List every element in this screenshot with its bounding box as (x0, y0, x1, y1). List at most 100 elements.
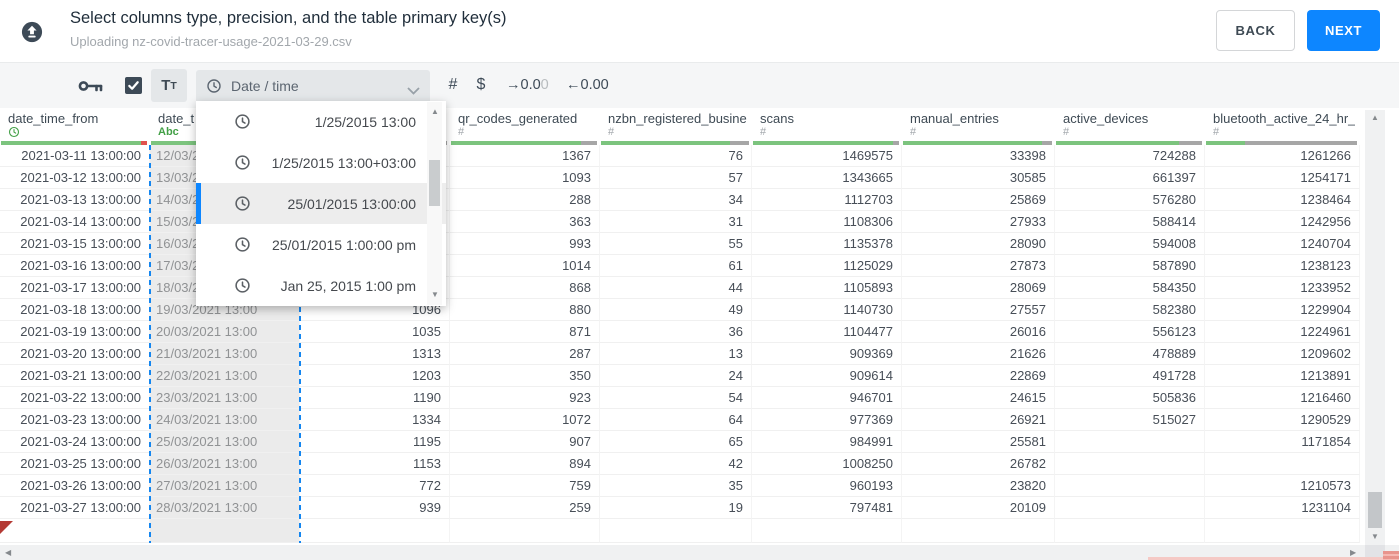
column-header-nzbn_registered_busine[interactable]: nzbn_registered_busine # (600, 108, 752, 145)
text-type-button[interactable]: TT (151, 69, 187, 102)
column-type-indicator: # (608, 126, 615, 138)
table-cell: 984991 (752, 431, 902, 453)
next-button[interactable]: NEXT (1307, 10, 1380, 51)
column-name: date_time_from (8, 111, 99, 126)
column-header-date_time_from[interactable]: date_time_from (0, 108, 150, 145)
table-cell: 26921 (902, 409, 1055, 431)
table-cell: 1469575 (752, 145, 902, 167)
table-cell: 1105893 (752, 277, 902, 299)
table-cell: 946701 (752, 387, 902, 409)
horizontal-scroll-thumb[interactable] (1383, 551, 1399, 560)
datetime-format-select[interactable]: Date / time (196, 70, 430, 101)
table-cell: 1190 (300, 387, 450, 409)
column-name: active_devices (1063, 111, 1149, 126)
dropdown-item-list: 1/25/2015 13:00 1/25/2015 13:00+03:00 25/0… (196, 101, 446, 306)
table-cell: 2021-03-18 13:00:00 (0, 299, 150, 321)
primary-key-icon[interactable] (78, 78, 104, 94)
table-cell: 871 (450, 321, 600, 343)
table-cell: 923 (450, 387, 600, 409)
scroll-down-button[interactable]: ▼ (1371, 533, 1379, 541)
dropdown-scroll-down-button[interactable]: ▼ (431, 291, 439, 299)
table-row (0, 519, 1360, 543)
table-cell: 1008250 (752, 453, 902, 475)
dropdown-item-label: 25/01/2015 13:00:00 (287, 195, 416, 212)
dropdown-item[interactable]: 25/01/2015 1:00:00 pm (196, 224, 446, 265)
column-header-scans[interactable]: scans # (752, 108, 902, 145)
dropdown-scroll-thumb[interactable] (429, 160, 440, 206)
column-type-indicator: # (910, 126, 917, 138)
table-cell: 24 (600, 365, 752, 387)
vertical-scroll-thumb[interactable] (1368, 492, 1382, 528)
currency-type-button[interactable]: $ (474, 72, 488, 98)
precision-increase-label: →0.0 (506, 77, 541, 93)
table-cell: 36 (600, 321, 752, 343)
table-cell: 30585 (902, 167, 1055, 189)
column-type-indicator: # (760, 126, 767, 138)
table-cell: 26/03/2021 13:00 (150, 453, 300, 475)
table-cell: 61 (600, 255, 752, 277)
table-cell: 907 (450, 431, 600, 453)
table-cell: 19 (600, 497, 752, 519)
column-header-active_devices[interactable]: active_devices # (1055, 108, 1205, 145)
table-cell: 1240704 (1205, 233, 1360, 255)
boolean-type-checkbox[interactable] (125, 77, 142, 94)
column-type-clock-icon (8, 126, 20, 140)
back-button[interactable]: BACK (1216, 10, 1295, 51)
table-cell: 1261266 (1205, 145, 1360, 167)
precision-decrease-button[interactable]: ←0.00 (566, 74, 609, 96)
table-cell: 759 (450, 475, 600, 497)
horizontal-scrollbar[interactable]: ◀ ▶ (0, 545, 1399, 560)
precision-increase-button[interactable]: →0.0 0 (506, 74, 549, 96)
dropdown-item[interactable]: 1/25/2015 13:00+03:00 (196, 142, 446, 183)
table-row: 2021-03-27 13:00:00 28/03/2021 13:00 939 25… (0, 497, 1360, 519)
table-cell: 868 (450, 277, 600, 299)
column-header-bluetooth_active_24_hr_[interactable]: bluetooth_active_24_hr_ # (1205, 108, 1360, 145)
dropdown-scrollbar[interactable]: ▲ ▼ (427, 102, 442, 305)
table-cell: 661397 (1055, 167, 1205, 189)
vertical-scrollbar[interactable]: ▲ ▼ (1365, 110, 1385, 545)
table-cell: 772 (300, 475, 450, 497)
table-cell: 2021-03-19 13:00:00 (0, 321, 150, 343)
table-cell (300, 519, 450, 543)
table-cell: 515027 (1055, 409, 1205, 431)
table-row: 2021-03-24 13:00:00 25/03/2021 13:00 1195 9… (0, 431, 1360, 453)
table-cell: 1135378 (752, 233, 902, 255)
dropdown-scroll-up-button[interactable]: ▲ (431, 108, 439, 116)
table-cell: 21/03/2021 13:00 (150, 343, 300, 365)
table-cell: 1229904 (1205, 299, 1360, 321)
number-type-button[interactable]: # (444, 72, 462, 98)
table-row: 2021-03-22 13:00:00 23/03/2021 13:00 1190 9… (0, 387, 1360, 409)
table-cell: 2021-03-13 13:00:00 (0, 189, 150, 211)
table-row: 2021-03-23 13:00:00 24/03/2021 13:00 1334 1… (0, 409, 1360, 431)
table-cell (1205, 519, 1360, 543)
scroll-left-button[interactable]: ◀ (5, 549, 11, 557)
dropdown-item[interactable]: 1/25/2015 13:00 (196, 101, 446, 142)
table-cell: 350 (450, 365, 600, 387)
column-name: manual_entries (910, 111, 999, 126)
table-cell: 594008 (1055, 233, 1205, 255)
table-cell: 28/03/2021 13:00 (150, 497, 300, 519)
table-cell: 2021-03-21 13:00:00 (0, 365, 150, 387)
table-cell: 49 (600, 299, 752, 321)
chevron-down-icon (407, 82, 420, 100)
table-cell: 1203 (300, 365, 450, 387)
column-name: qr_codes_generated (458, 111, 578, 126)
table-row: 2021-03-26 13:00:00 27/03/2021 13:00 772 75… (0, 475, 1360, 497)
selected-column-left-guide (149, 145, 151, 543)
scroll-up-button[interactable]: ▲ (1371, 114, 1379, 122)
dropdown-item[interactable]: Jan 25, 2015 1:00 pm (196, 265, 446, 306)
scroll-right-button[interactable]: ▶ (1350, 549, 1356, 557)
column-name: scans (760, 111, 794, 126)
table-cell: 31 (600, 211, 752, 233)
table-row: 2021-03-19 13:00:00 20/03/2021 13:00 1035 8… (0, 321, 1360, 343)
column-header-manual_entries[interactable]: manual_entries # (902, 108, 1055, 145)
table-cell: 22/03/2021 13:00 (150, 365, 300, 387)
table-cell: 23/03/2021 13:00 (150, 387, 300, 409)
column-header-qr_codes_generated[interactable]: qr_codes_generated # (450, 108, 600, 145)
column-name: bluetooth_active_24_hr_ (1213, 111, 1356, 126)
table-cell: 960193 (752, 475, 902, 497)
table-cell: 1242956 (1205, 211, 1360, 233)
table-cell: 505836 (1055, 387, 1205, 409)
dropdown-item[interactable]: 25/01/2015 13:00:00 (196, 183, 446, 224)
page-header: Select columns type, precision, and the … (0, 0, 1399, 62)
